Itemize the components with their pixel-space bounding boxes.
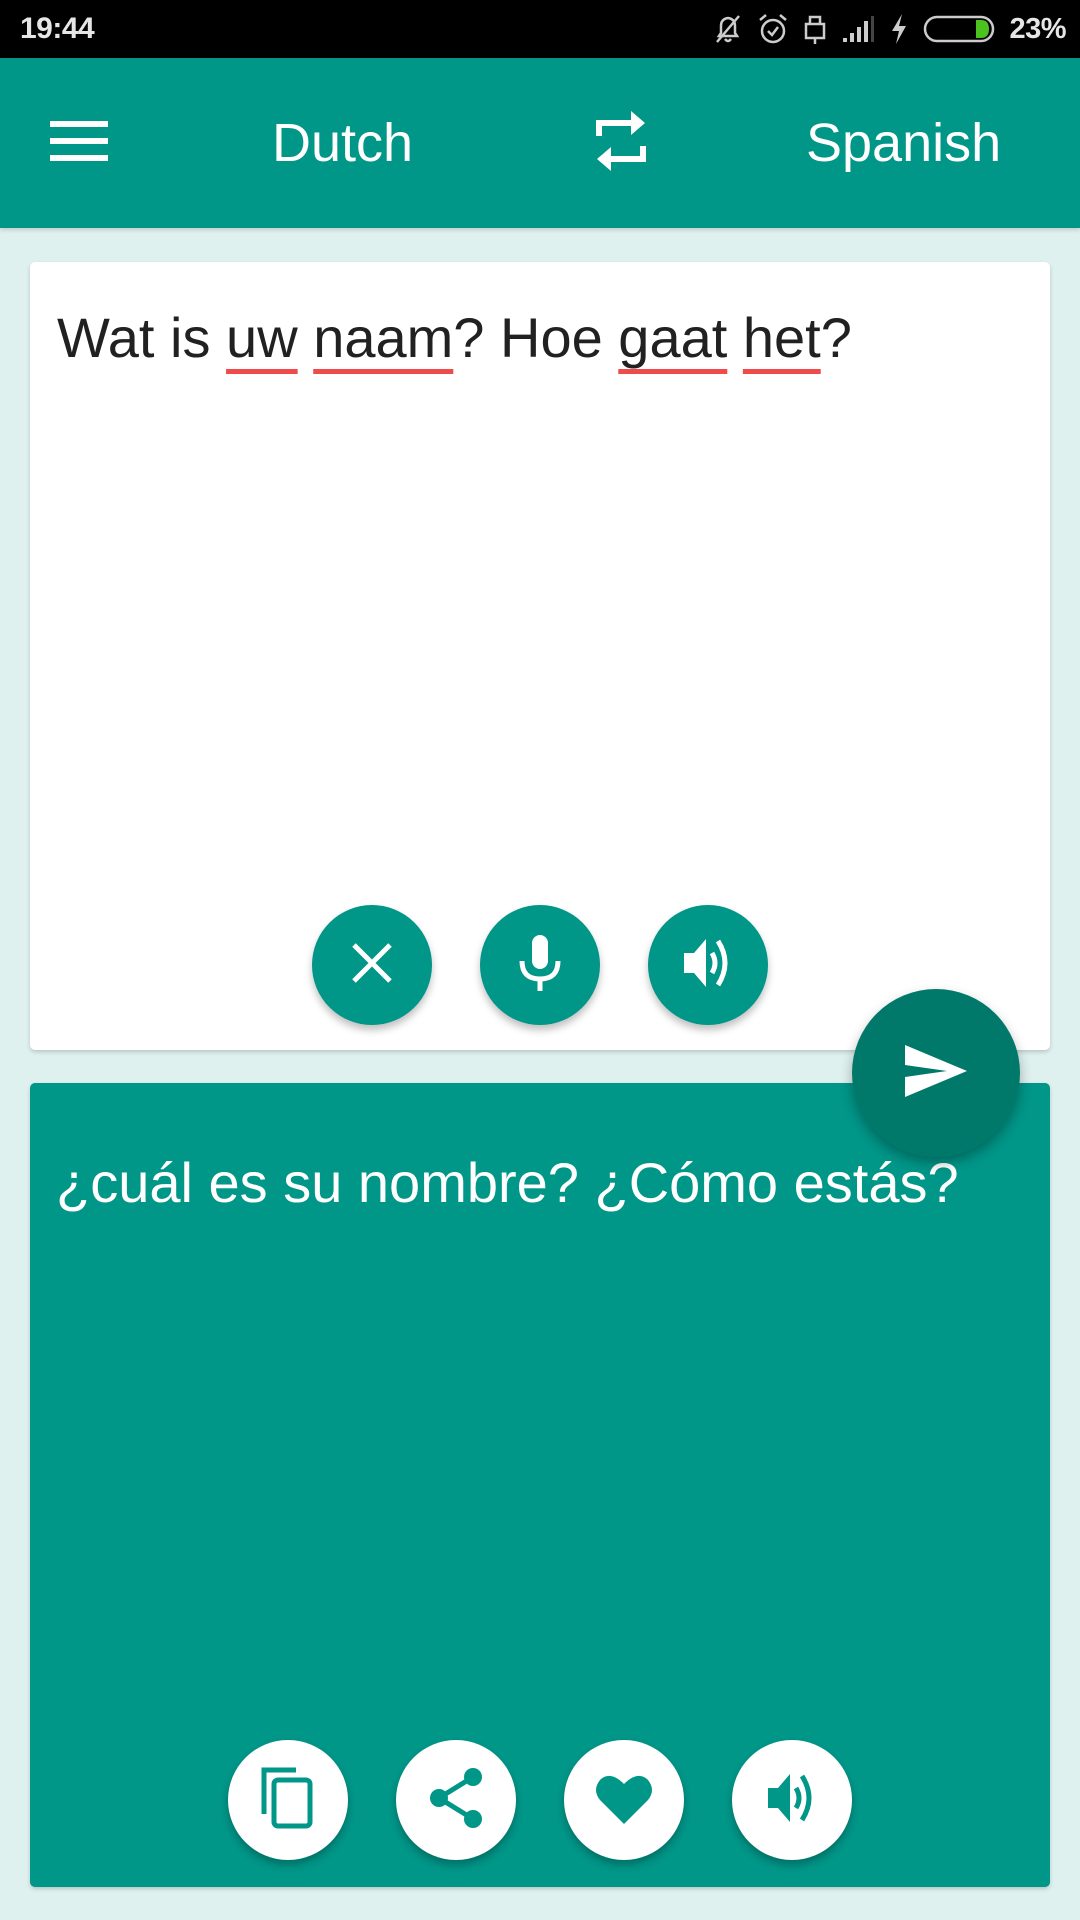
status-time: 19:44 bbox=[20, 12, 95, 45]
text-segment: Wat is bbox=[57, 306, 227, 369]
voice-input-button[interactable] bbox=[480, 905, 600, 1025]
app-bar: Dutch Spanish bbox=[0, 58, 1080, 228]
usb-lock-icon bbox=[803, 12, 827, 46]
microphone-icon bbox=[517, 933, 563, 998]
swap-languages-button[interactable] bbox=[586, 108, 656, 178]
misspelled-word[interactable]: uw bbox=[226, 306, 298, 369]
speak-translation-button[interactable] bbox=[732, 1740, 852, 1860]
text-segment bbox=[298, 306, 314, 369]
target-language-selector[interactable]: Spanish bbox=[806, 112, 1001, 174]
status-icons: 23% bbox=[713, 10, 1066, 48]
source-text-card[interactable]: Wat is uw naam? Hoe gaat het? bbox=[30, 262, 1050, 1050]
misspelled-word[interactable]: naam bbox=[313, 306, 453, 369]
alarm-icon bbox=[757, 12, 789, 46]
signal-icon bbox=[841, 14, 875, 44]
misspelled-word[interactable]: het bbox=[743, 306, 821, 369]
misspelled-word[interactable]: gaat bbox=[618, 306, 727, 369]
translate-button[interactable] bbox=[852, 989, 1020, 1157]
text-segment: ? bbox=[820, 306, 852, 369]
heart-icon bbox=[594, 1770, 654, 1831]
translation-card: ¿cuál es su nombre? ¿Cómo estás? bbox=[30, 1083, 1050, 1887]
text-segment: ? Hoe bbox=[453, 306, 619, 369]
speak-source-button[interactable] bbox=[648, 905, 768, 1025]
source-text-input[interactable]: Wat is uw naam? Hoe gaat het? bbox=[57, 298, 852, 378]
swap-languages-icon bbox=[593, 110, 649, 177]
copy-icon bbox=[260, 1766, 316, 1835]
send-icon bbox=[903, 1043, 969, 1104]
share-button[interactable] bbox=[396, 1740, 516, 1860]
text-segment bbox=[727, 306, 743, 369]
hamburger-menu-icon bbox=[50, 120, 108, 167]
battery-percent: 23% bbox=[1009, 12, 1066, 45]
copy-button[interactable] bbox=[228, 1740, 348, 1860]
status-bar: 19:44 23% bbox=[0, 0, 1080, 58]
charging-icon bbox=[889, 13, 909, 45]
close-icon bbox=[350, 941, 394, 990]
source-language-selector[interactable]: Dutch bbox=[272, 112, 413, 174]
battery-icon bbox=[923, 14, 995, 44]
volume-icon bbox=[766, 1770, 818, 1831]
volume-icon bbox=[682, 935, 734, 996]
favorite-button[interactable] bbox=[564, 1740, 684, 1860]
translation-text: ¿cuál es su nombre? ¿Cómo estás? bbox=[56, 1151, 959, 1214]
notifications-off-icon bbox=[713, 12, 743, 46]
clear-button[interactable] bbox=[312, 905, 432, 1025]
menu-button[interactable] bbox=[44, 113, 114, 173]
share-icon bbox=[427, 1767, 485, 1834]
